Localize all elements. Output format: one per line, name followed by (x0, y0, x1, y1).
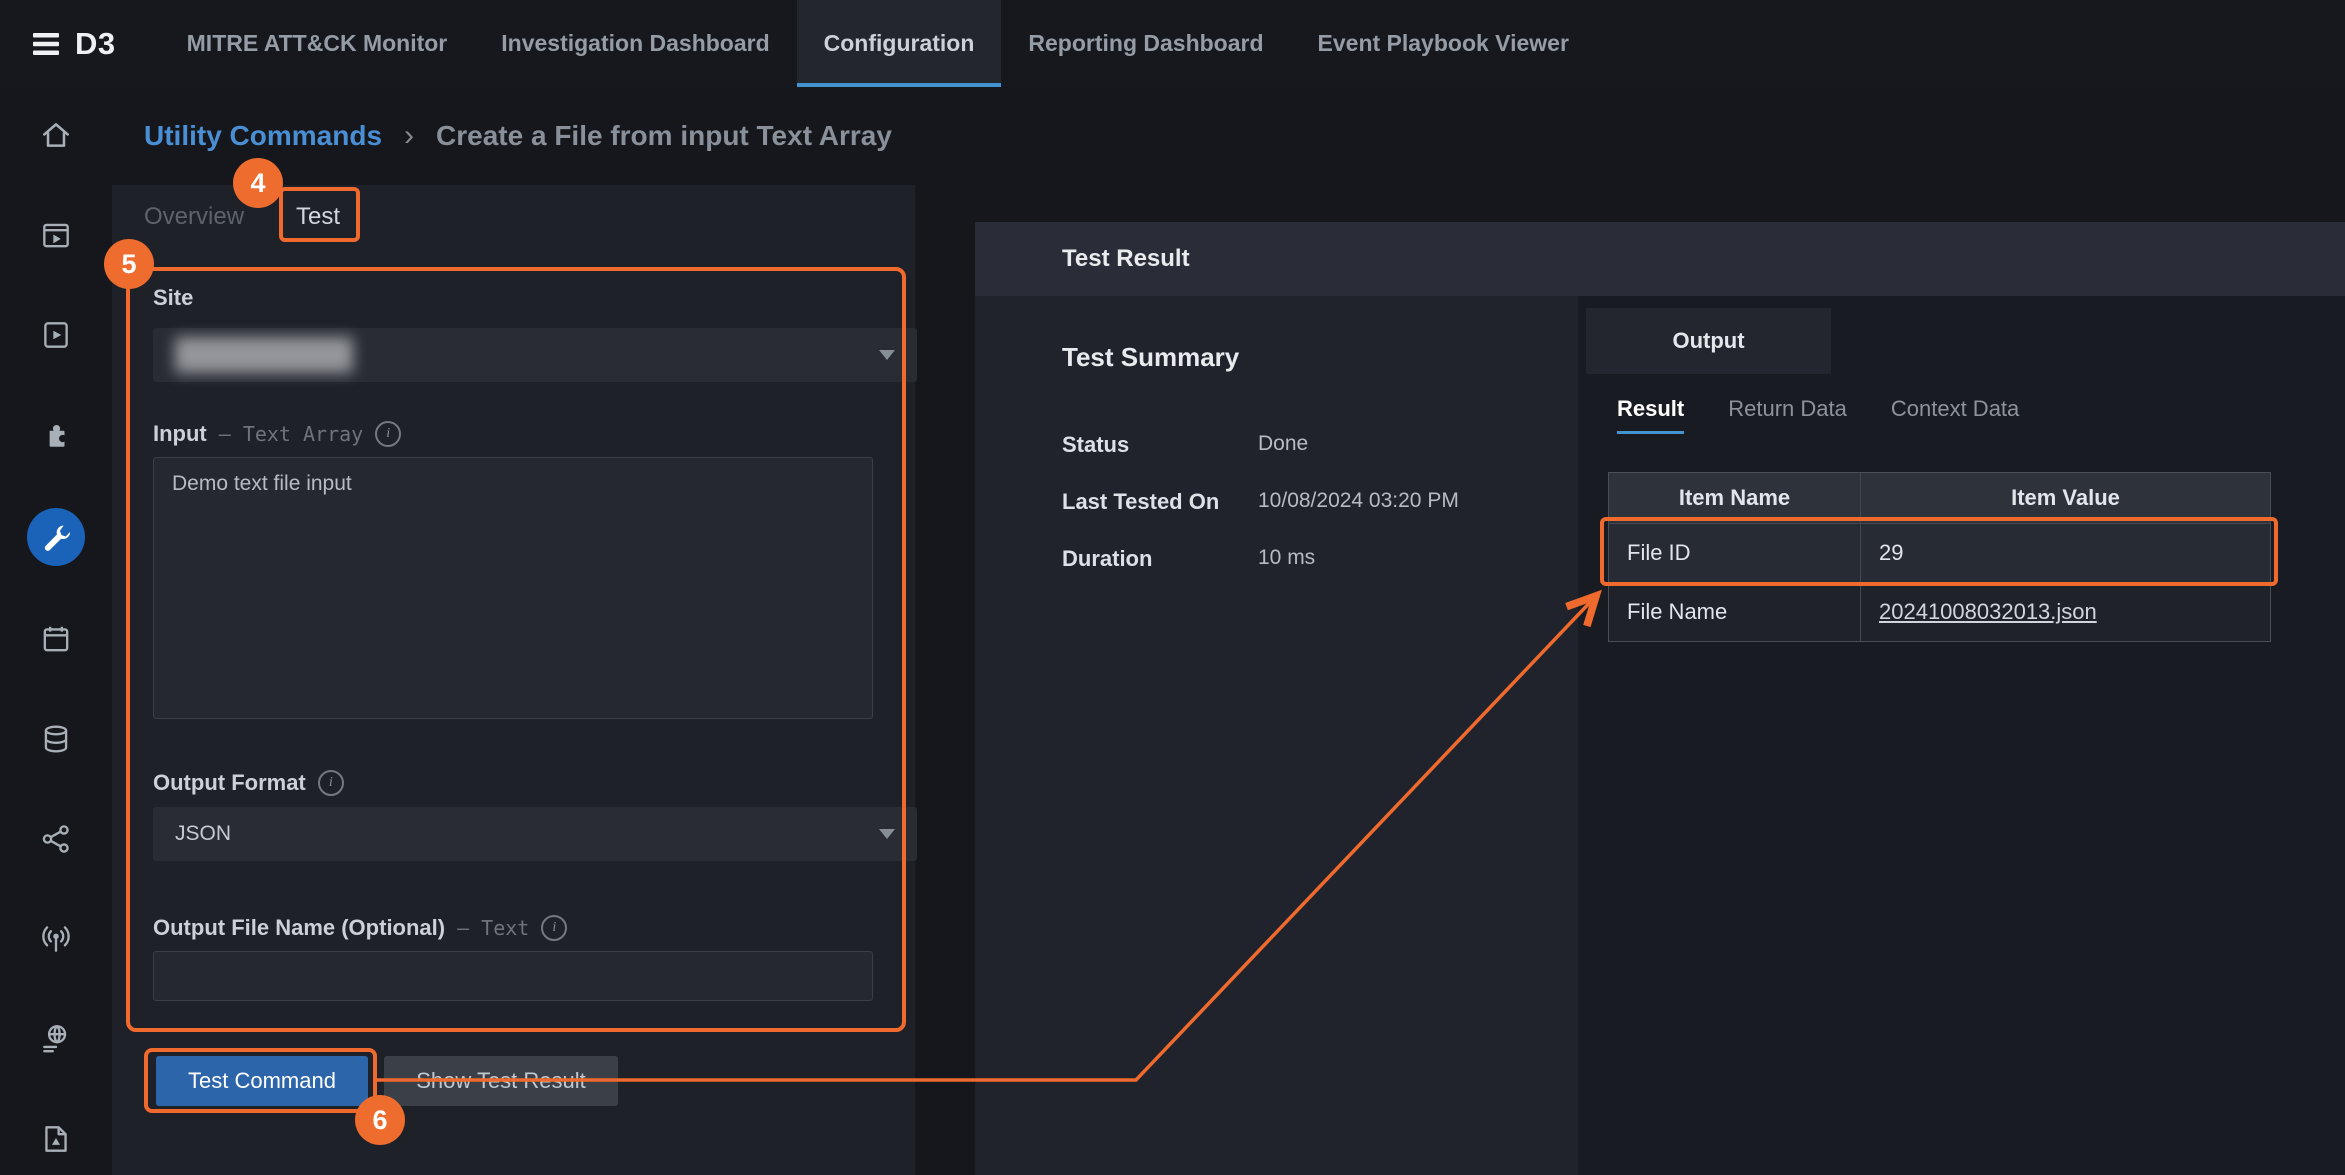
info-icon[interactable] (318, 770, 344, 796)
info-icon[interactable] (375, 421, 401, 447)
tab-output[interactable]: Output (1586, 308, 1831, 374)
input-type-text: Text Array (243, 422, 363, 446)
type-separator: – (457, 916, 469, 940)
utility-commands-icon (39, 520, 73, 554)
input-label-text: Input (153, 421, 207, 447)
site-dropdown[interactable] (153, 328, 917, 382)
summary-row-duration: Duration 10 ms (1062, 546, 1459, 603)
chevron-down-icon (879, 350, 895, 360)
site-label-text: Site (153, 285, 193, 311)
summary-value: Done (1258, 432, 1308, 456)
site-field-label: Site (153, 285, 193, 311)
breadcrumb-current-page: Create a File from input Text Array (436, 120, 892, 152)
output-file-name-type-text: Text (481, 916, 529, 940)
sidebar-item-integrations[interactable] (28, 408, 84, 462)
sidebar-item-organization[interactable] (28, 1012, 84, 1066)
top-nav-items: MITRE ATT&CK Monitor Investigation Dashb… (160, 0, 1596, 87)
sidebar-item-utility-commands[interactable] (27, 508, 85, 566)
event-monitor-icon (39, 218, 73, 252)
nav-configuration[interactable]: Configuration (797, 0, 1002, 87)
breadcrumb: Utility Commands › Create a File from in… (112, 87, 892, 185)
input-textarea[interactable]: Demo text file input (153, 457, 873, 719)
type-separator: – (219, 422, 231, 446)
table-row-file-id[interactable]: File ID 29 (1609, 523, 2270, 582)
sidebar-item-playbook[interactable] (28, 308, 84, 362)
cell-item-name: File Name (1609, 583, 1861, 641)
subtab-context-data[interactable]: Context Data (1891, 396, 2019, 434)
output-file-name-label-text: Output File Name (Optional) (153, 915, 445, 941)
test-command-button[interactable]: Test Command (156, 1056, 368, 1106)
test-summary-rows: Status Done Last Tested On 10/08/2024 03… (1062, 432, 1459, 603)
show-test-result-button[interactable]: Show Test Result (384, 1056, 618, 1106)
output-format-dropdown[interactable]: JSON (153, 807, 917, 861)
nav-event-playbook-viewer[interactable]: Event Playbook Viewer (1291, 0, 1596, 87)
column-header-item-name: Item Name (1609, 473, 1861, 523)
output-format-label-text: Output Format (153, 770, 306, 796)
output-subtabs: Result Return Data Context Data (1617, 396, 2019, 434)
summary-label: Status (1062, 432, 1258, 458)
annotation-step-6: 6 (355, 1095, 405, 1145)
test-summary-title: Test Summary (1062, 342, 1239, 373)
tab-test[interactable]: Test (296, 203, 340, 241)
cell-item-value: 29 (1861, 524, 2270, 582)
d3-logo-text: D3 (75, 26, 116, 62)
breadcrumb-separator-icon: › (404, 119, 414, 153)
app-window: D3 MITRE ATT&CK Monitor Investigation Da… (0, 0, 2345, 1175)
integrations-icon (39, 418, 73, 452)
tab-overview[interactable]: Overview (144, 203, 244, 231)
sidebar-item-home[interactable] (28, 108, 84, 162)
subtab-result[interactable]: Result (1617, 396, 1684, 434)
playbook-icon (39, 318, 73, 352)
command-test-panel: Overview Test Site Input – Text Array De… (112, 185, 915, 1175)
sidebar-item-database[interactable] (28, 712, 84, 766)
link-analysis-icon (39, 822, 73, 856)
annotation-step-4: 4 (233, 158, 283, 208)
report-alert-icon (39, 1122, 73, 1156)
nav-investigation-dashboard[interactable]: Investigation Dashboard (474, 0, 796, 87)
sidebar-item-link-analysis[interactable] (28, 812, 84, 866)
d3-logo-bars-icon (33, 30, 63, 58)
file-name-link[interactable]: 20241008032013.json (1879, 599, 2097, 625)
site-value-redacted (175, 337, 353, 373)
summary-row-status: Status Done (1062, 432, 1459, 489)
sidebar-item-schedule[interactable] (28, 612, 84, 666)
globe-icon (39, 1022, 73, 1056)
chevron-down-icon (879, 829, 895, 839)
home-icon (39, 118, 73, 152)
cell-item-value: 20241008032013.json (1861, 583, 2270, 641)
output-format-value: JSON (175, 822, 231, 846)
top-nav: D3 MITRE ATT&CK Monitor Investigation Da… (0, 0, 2345, 87)
test-result-title: Test Result (1062, 245, 1190, 273)
output-file-name-field-label: Output File Name (Optional) – Text (153, 915, 567, 941)
output-file-name-input[interactable] (153, 951, 873, 1001)
column-header-item-value: Item Value (1861, 473, 2270, 523)
sidebar-item-broadcast[interactable] (28, 912, 84, 966)
summary-value: 10/08/2024 03:20 PM (1258, 489, 1459, 513)
broadcast-icon (39, 922, 73, 956)
table-row-file-name[interactable]: File Name 20241008032013.json (1609, 582, 2270, 641)
info-icon[interactable] (541, 915, 567, 941)
summary-label: Duration (1062, 546, 1258, 572)
sidebar-item-event-monitor[interactable] (28, 208, 84, 262)
summary-label: Last Tested On (1062, 489, 1258, 515)
input-field-label: Input – Text Array (153, 421, 401, 447)
subtab-return-data[interactable]: Return Data (1728, 396, 1847, 434)
sidebar-item-report[interactable] (28, 1112, 84, 1166)
nav-mitre-attack-monitor[interactable]: MITRE ATT&CK Monitor (160, 0, 475, 87)
d3-logo[interactable]: D3 (0, 0, 160, 87)
test-result-header: Test Result (975, 222, 2345, 296)
table-header-row: Item Name Item Value (1609, 473, 2270, 523)
summary-row-last-tested: Last Tested On 10/08/2024 03:20 PM (1062, 489, 1459, 546)
cell-item-name: File ID (1609, 524, 1861, 582)
summary-value: 10 ms (1258, 546, 1315, 570)
breadcrumb-utility-commands[interactable]: Utility Commands (144, 120, 382, 152)
schedule-icon (39, 622, 73, 656)
left-icon-rail (0, 87, 112, 1175)
database-icon (39, 722, 73, 756)
nav-reporting-dashboard[interactable]: Reporting Dashboard (1001, 0, 1290, 87)
result-table: Item Name Item Value File ID 29 File Nam… (1608, 472, 2271, 642)
output-format-field-label: Output Format (153, 770, 344, 796)
annotation-step-5: 5 (104, 239, 154, 289)
